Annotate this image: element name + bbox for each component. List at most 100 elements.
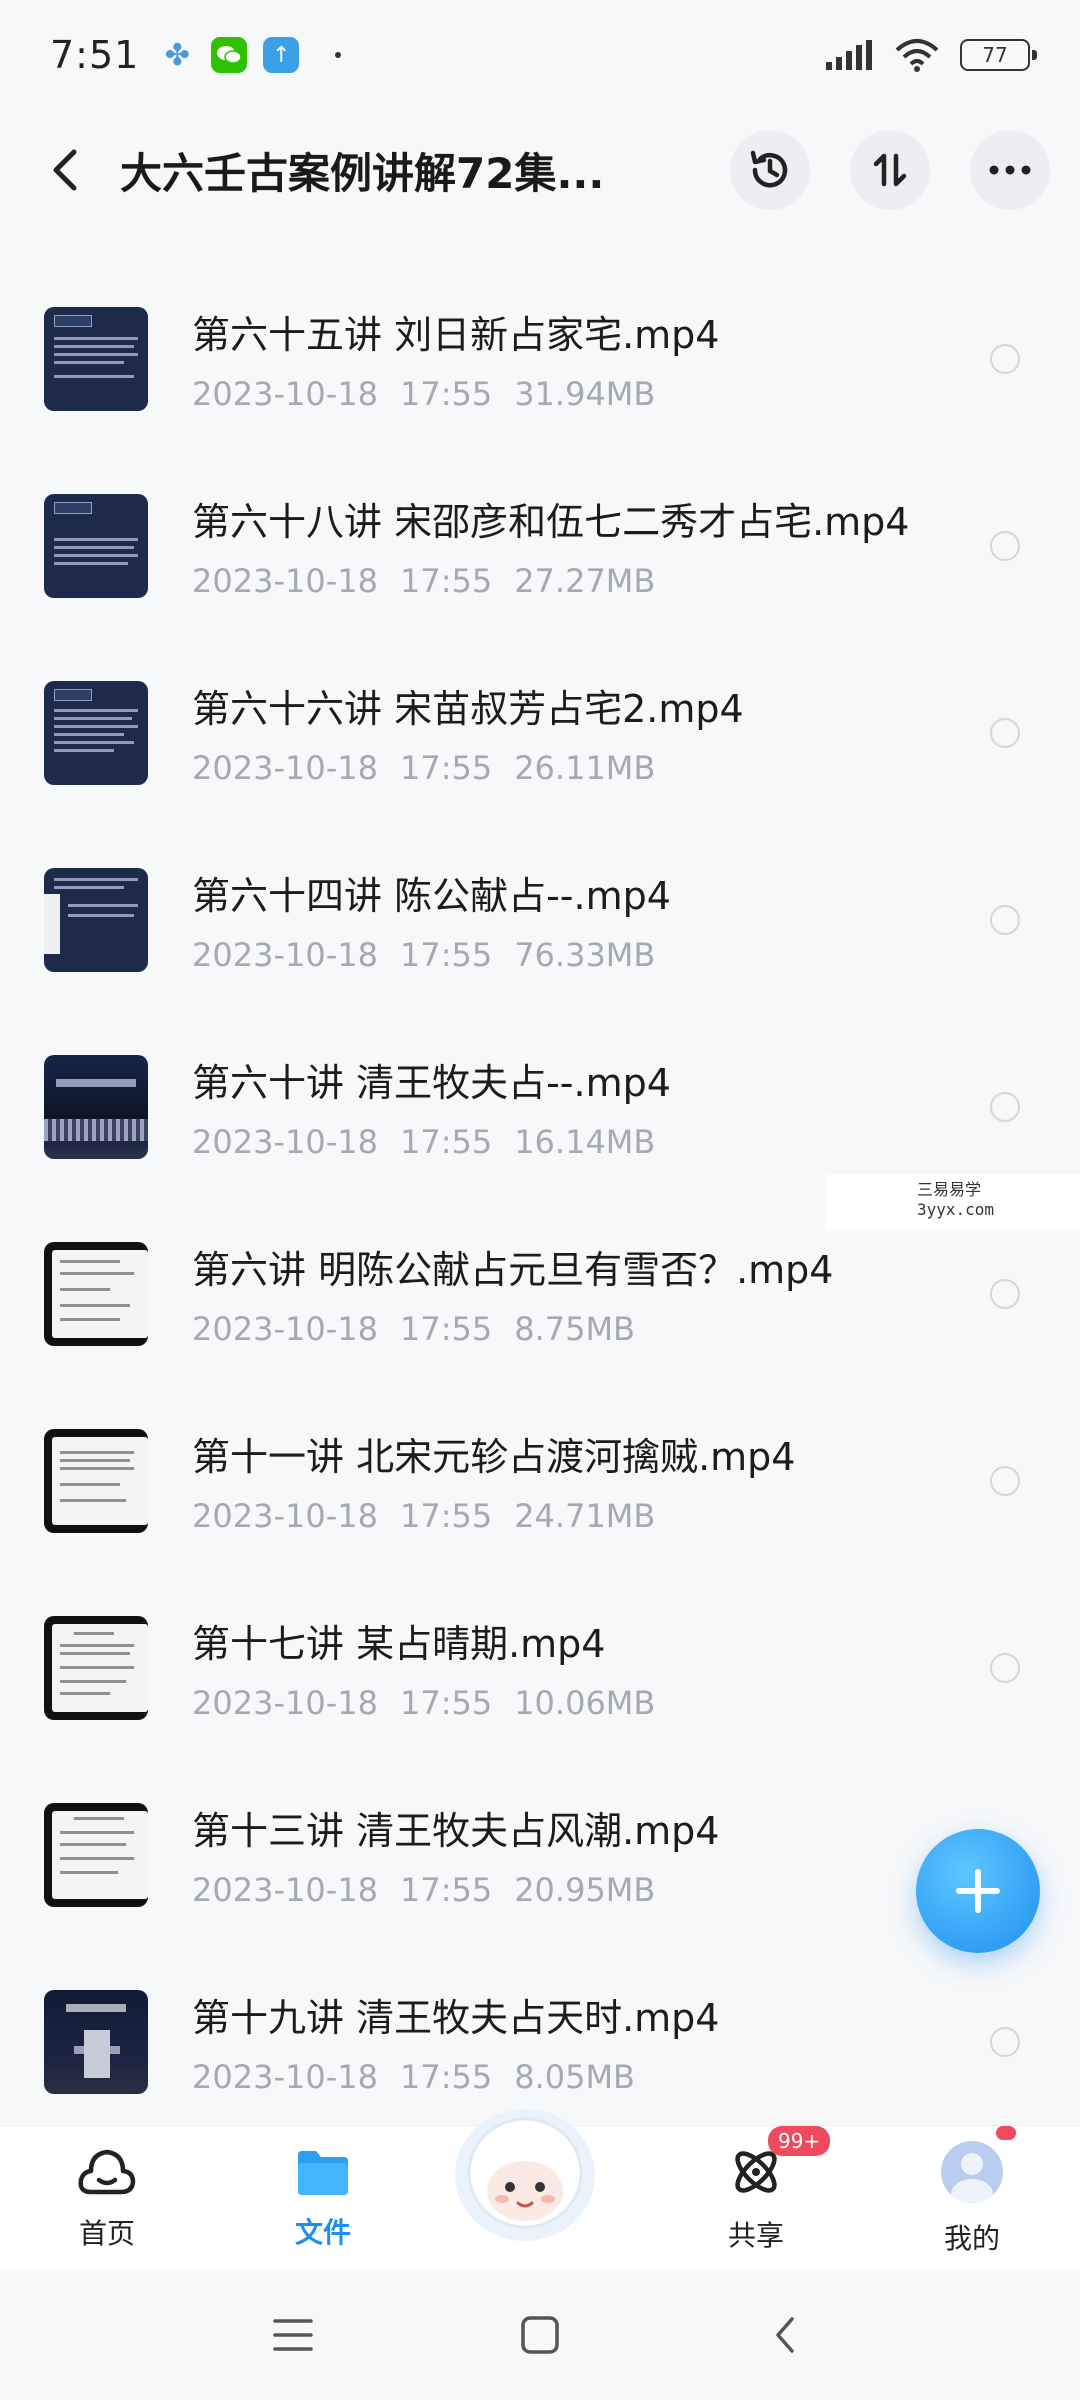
file-date: 2023-10-18 [192, 375, 378, 413]
clover-icon: ✤ [164, 37, 190, 73]
file-row[interactable]: 第六十四讲 陈公献占--.mp4 2023-10-18 17:55 76.33MB [0, 826, 1080, 1013]
wechat-icon [211, 37, 248, 73]
select-checkbox[interactable] [990, 1466, 1020, 1496]
nav-mine[interactable]: 我的 [892, 2126, 1052, 2271]
signal-icon [826, 40, 872, 70]
nav-home-label: 首页 [78, 2216, 135, 2250]
history-icon [750, 150, 788, 188]
file-meta: 第十一讲 北宋元轸占渡河擒贼.mp4 2023-10-18 17:55 24.71M… [192, 1426, 1036, 1535]
upload-app-icon: ↑ [263, 37, 300, 73]
file-time: 17:55 [399, 375, 493, 413]
file-name: 第六十讲 清王牧夫占--.mp4 [192, 1061, 671, 1105]
select-checkbox[interactable] [990, 2027, 1020, 2057]
more-icon [989, 165, 1031, 175]
file-details: 2023-10-18 17:55 31.94MB [192, 375, 1036, 413]
select-checkbox[interactable] [990, 344, 1020, 374]
system-back-button[interactable] [750, 2300, 820, 2370]
file-details: 2023-10-18 17:55 10.06MB [192, 1684, 1036, 1722]
file-meta: 第十九讲 清王牧夫占天时.mp4 2023-10-18 17:55 8.05MB [192, 1987, 1036, 2096]
nav-files[interactable]: 文件 [243, 2126, 403, 2271]
status-right: 77 [824, 38, 1037, 72]
file-size: 16.14MB [514, 1123, 656, 1161]
nav-home[interactable]: 首页 [27, 2126, 187, 2271]
add-button[interactable] [916, 1829, 1040, 1953]
history-button[interactable] [730, 130, 810, 210]
home-button[interactable] [505, 2300, 575, 2370]
file-details: 2023-10-18 17:55 20.95MB [192, 1871, 1036, 1909]
file-row[interactable]: 第六十五讲 刘日新占家宅.mp4 2023-10-18 17:55 31.94MB [0, 265, 1080, 452]
file-date: 2023-10-18 [192, 1310, 378, 1348]
back-button[interactable] [30, 135, 100, 205]
select-checkbox[interactable] [990, 531, 1020, 561]
file-time: 17:55 [399, 936, 493, 974]
file-row[interactable]: 第十三讲 清王牧夫占风潮.mp4 2023-10-18 17:55 20.95MB [0, 1761, 1080, 1948]
select-checkbox[interactable] [990, 1653, 1020, 1683]
system-nav-bar [0, 2270, 1080, 2400]
mine-red-dot [996, 2126, 1016, 2140]
status-bar: 7:51 ✤ ↑ 77 [0, 0, 1080, 110]
file-details: 2023-10-18 17:55 27.27MB [192, 562, 1036, 600]
file-row[interactable]: 第十七讲 某占晴期.mp4 2023-10-18 17:55 10.06MB [0, 1574, 1080, 1761]
video-thumbnail [44, 1428, 148, 1533]
file-details: 2023-10-18 17:55 16.14MB [192, 1123, 1036, 1161]
file-details: 2023-10-18 17:55 76.33MB [192, 936, 1036, 974]
mascot-icon [455, 2109, 595, 2241]
file-size: 31.94MB [514, 375, 656, 413]
header: 大六壬古案例讲解72集... [0, 120, 1080, 220]
notification-dot [335, 52, 342, 58]
file-name: 第十一讲 北宋元轸占渡河擒贼.mp4 [192, 1435, 796, 1479]
select-checkbox[interactable] [990, 1092, 1020, 1122]
wifi-icon [895, 39, 939, 72]
video-thumbnail [44, 1989, 148, 2094]
select-checkbox[interactable] [990, 905, 1020, 935]
file-name: 第六十四讲 陈公献占--.mp4 [192, 874, 671, 918]
file-date: 2023-10-18 [192, 2058, 378, 2096]
watermark-line-2: 3yyx.com [917, 1200, 995, 1219]
file-name: 第六讲 明陈公献占元旦有雪否？.mp4 [192, 1248, 834, 1292]
file-date: 2023-10-18 [192, 1497, 378, 1535]
file-meta: 第六十六讲 宋苗叔芳占宅2.mp4 2023-10-18 17:55 26.11MB [192, 678, 1036, 787]
status-time: 7:51 [50, 33, 140, 77]
video-thumbnail [44, 867, 148, 972]
file-name: 第十九讲 清王牧夫占天时.mp4 [192, 1996, 720, 2040]
file-meta: 第十七讲 某占晴期.mp4 2023-10-18 17:55 10.06MB [192, 1613, 1036, 1722]
file-name: 第六十六讲 宋苗叔芳占宅2.mp4 [192, 687, 744, 731]
file-size: 8.05MB [514, 2058, 635, 2096]
back-arrow-icon [53, 149, 77, 191]
file-time: 17:55 [399, 562, 493, 600]
select-checkbox[interactable] [990, 1279, 1020, 1309]
file-row[interactable]: 第六十讲 清王牧夫占--.mp4 2023-10-18 17:55 16.14MB [0, 1013, 1080, 1200]
file-meta: 第六十四讲 陈公献占--.mp4 2023-10-18 17:55 76.33MB [192, 865, 1036, 974]
file-size: 8.75MB [514, 1310, 635, 1348]
file-date: 2023-10-18 [192, 1871, 378, 1909]
file-name: 第十三讲 清王牧夫占风潮.mp4 [192, 1809, 720, 1853]
file-date: 2023-10-18 [192, 749, 378, 787]
file-size: 20.95MB [514, 1871, 656, 1909]
video-thumbnail [44, 1615, 148, 1720]
nav-mine-label: 我的 [943, 2221, 1000, 2255]
sort-icon [873, 153, 907, 187]
file-time: 17:55 [399, 1497, 493, 1535]
recent-apps-button[interactable] [258, 2300, 328, 2370]
folder-icon [298, 2150, 348, 2195]
file-meta: 第六十讲 清王牧夫占--.mp4 2023-10-18 17:55 16.14MB [192, 1052, 1036, 1161]
nav-share[interactable]: 99+ 共享 [676, 2126, 836, 2271]
page-title: 大六壬古案例讲解72集... [120, 148, 605, 198]
file-size: 24.71MB [514, 1497, 656, 1535]
file-size: 76.33MB [514, 936, 656, 974]
file-date: 2023-10-18 [192, 1123, 378, 1161]
file-row[interactable]: 第六十六讲 宋苗叔芳占宅2.mp4 2023-10-18 17:55 26.11MB [0, 639, 1080, 826]
file-row[interactable]: 第六十八讲 宋邵彦和伍七二秀才占宅.mp4 2023-10-18 17:55 27.… [0, 452, 1080, 639]
mascot-button[interactable] [440, 2095, 610, 2245]
file-name: 第十七讲 某占晴期.mp4 [192, 1622, 606, 1666]
file-meta: 第六十八讲 宋邵彦和伍七二秀才占宅.mp4 2023-10-18 17:55 27.… [192, 491, 1036, 600]
file-date: 2023-10-18 [192, 936, 378, 974]
video-thumbnail [44, 306, 148, 411]
select-checkbox[interactable] [990, 718, 1020, 748]
more-button[interactable] [970, 130, 1050, 210]
file-row[interactable]: 第十一讲 北宋元轸占渡河擒贼.mp4 2023-10-18 17:55 24.71M… [0, 1387, 1080, 1574]
file-details: 2023-10-18 17:55 24.71MB [192, 1497, 1036, 1535]
file-size: 27.27MB [514, 562, 656, 600]
nav-share-label: 共享 [727, 2218, 784, 2252]
sort-button[interactable] [850, 130, 930, 210]
